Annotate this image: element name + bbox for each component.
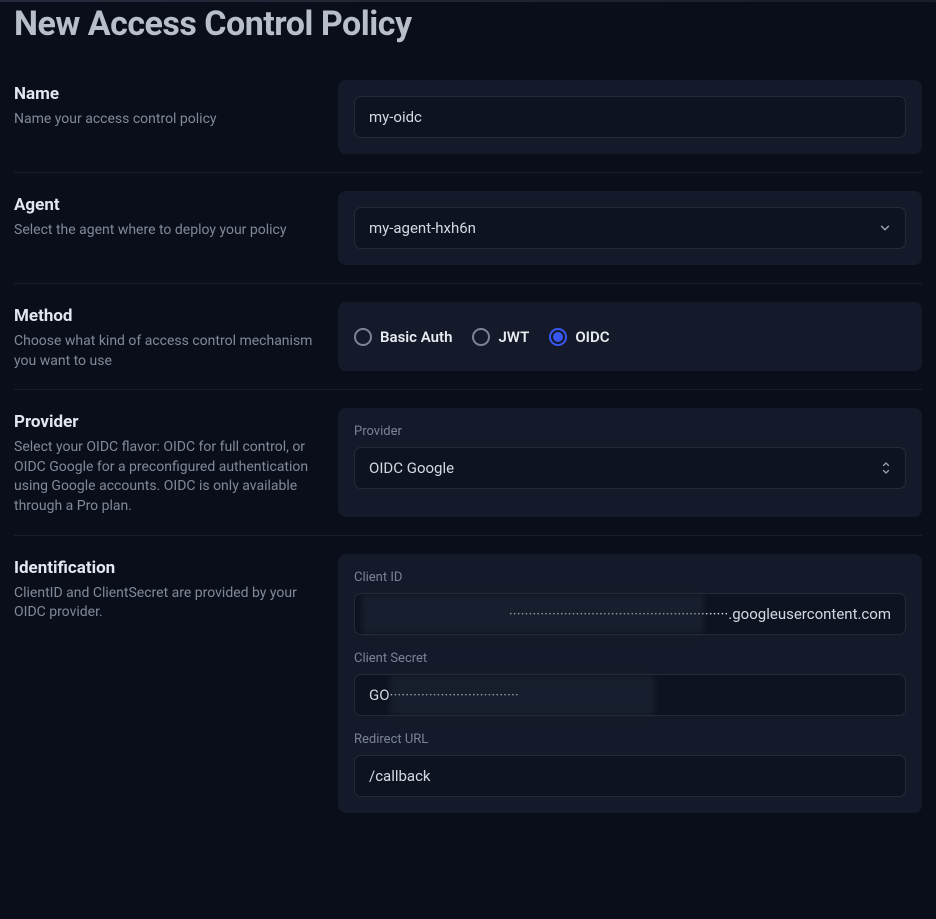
name-label: Name xyxy=(14,84,326,104)
client-secret-wrap xyxy=(354,674,906,716)
radio-icon-selected xyxy=(549,328,567,346)
provider-select[interactable]: OIDC Google xyxy=(354,447,906,489)
section-agent-left: Agent Select the agent where to deploy y… xyxy=(14,191,326,265)
section-method-right: Basic Auth JWT OIDC xyxy=(338,302,922,371)
provider-label: Provider xyxy=(14,412,326,432)
client-secret-group: Client Secret xyxy=(354,651,906,716)
radio-jwt-label: JWT xyxy=(498,328,529,346)
client-id-group: Client ID xyxy=(354,570,906,635)
section-provider: Provider Select your OIDC flavor: OIDC f… xyxy=(14,390,922,534)
name-desc: Name your access control policy xyxy=(14,110,326,130)
radio-oidc-label: OIDC xyxy=(575,328,609,346)
provider-field-label: Provider xyxy=(354,424,906,439)
method-label: Method xyxy=(14,306,326,326)
section-provider-right: Provider OIDC Google xyxy=(338,408,922,516)
section-identification: Identification ClientID and ClientSecret… xyxy=(14,536,922,831)
redirect-url-group: Redirect URL xyxy=(354,732,906,797)
section-name: Name Name your access control policy xyxy=(14,62,922,172)
radio-icon xyxy=(354,328,372,346)
identification-label: Identification xyxy=(14,558,326,578)
section-agent: Agent Select the agent where to deploy y… xyxy=(14,173,922,283)
method-desc: Choose what kind of access control mecha… xyxy=(14,332,326,371)
section-method-left: Method Choose what kind of access contro… xyxy=(14,302,326,371)
section-identification-right: Client ID Client Secret Redirect URL xyxy=(338,554,922,813)
section-name-right xyxy=(338,80,922,154)
provider-desc: Select your OIDC flavor: OIDC for full c… xyxy=(14,438,326,516)
section-identification-left: Identification ClientID and ClientSecret… xyxy=(14,554,326,813)
radio-jwt[interactable]: JWT xyxy=(472,328,529,346)
identification-desc: ClientID and ClientSecret are provided b… xyxy=(14,584,326,623)
top-hairline xyxy=(0,0,936,2)
radio-basic-auth-label: Basic Auth xyxy=(380,328,452,346)
radio-oidc[interactable]: OIDC xyxy=(549,328,609,346)
agent-desc: Select the agent where to deploy your po… xyxy=(14,221,326,241)
name-input[interactable] xyxy=(354,96,906,138)
redirect-url-input[interactable] xyxy=(354,755,906,797)
redacted-overlay xyxy=(390,675,655,715)
provider-field-group: Provider OIDC Google xyxy=(354,424,906,489)
agent-label: Agent xyxy=(14,195,326,215)
section-name-left: Name Name your access control policy xyxy=(14,80,326,154)
section-provider-left: Provider Select your OIDC flavor: OIDC f… xyxy=(14,408,326,516)
radio-dot xyxy=(553,332,563,342)
page-container: New Access Control Policy Name Name your… xyxy=(0,4,936,831)
redirect-url-label: Redirect URL xyxy=(354,732,906,747)
radio-icon xyxy=(472,328,490,346)
agent-select[interactable]: my-agent-hxh6n xyxy=(354,207,906,249)
client-secret-label: Client Secret xyxy=(354,651,906,666)
section-agent-right: my-agent-hxh6n xyxy=(338,191,922,265)
client-id-label: Client ID xyxy=(354,570,906,585)
radio-basic-auth[interactable]: Basic Auth xyxy=(354,328,452,346)
page-title: New Access Control Policy xyxy=(14,4,922,44)
client-id-wrap xyxy=(354,593,906,635)
section-method: Method Choose what kind of access contro… xyxy=(14,284,922,389)
redacted-overlay xyxy=(362,594,704,634)
provider-select-wrap: OIDC Google xyxy=(354,447,906,489)
agent-select-wrap: my-agent-hxh6n xyxy=(354,207,906,249)
method-radio-row: Basic Auth JWT OIDC xyxy=(354,328,610,346)
